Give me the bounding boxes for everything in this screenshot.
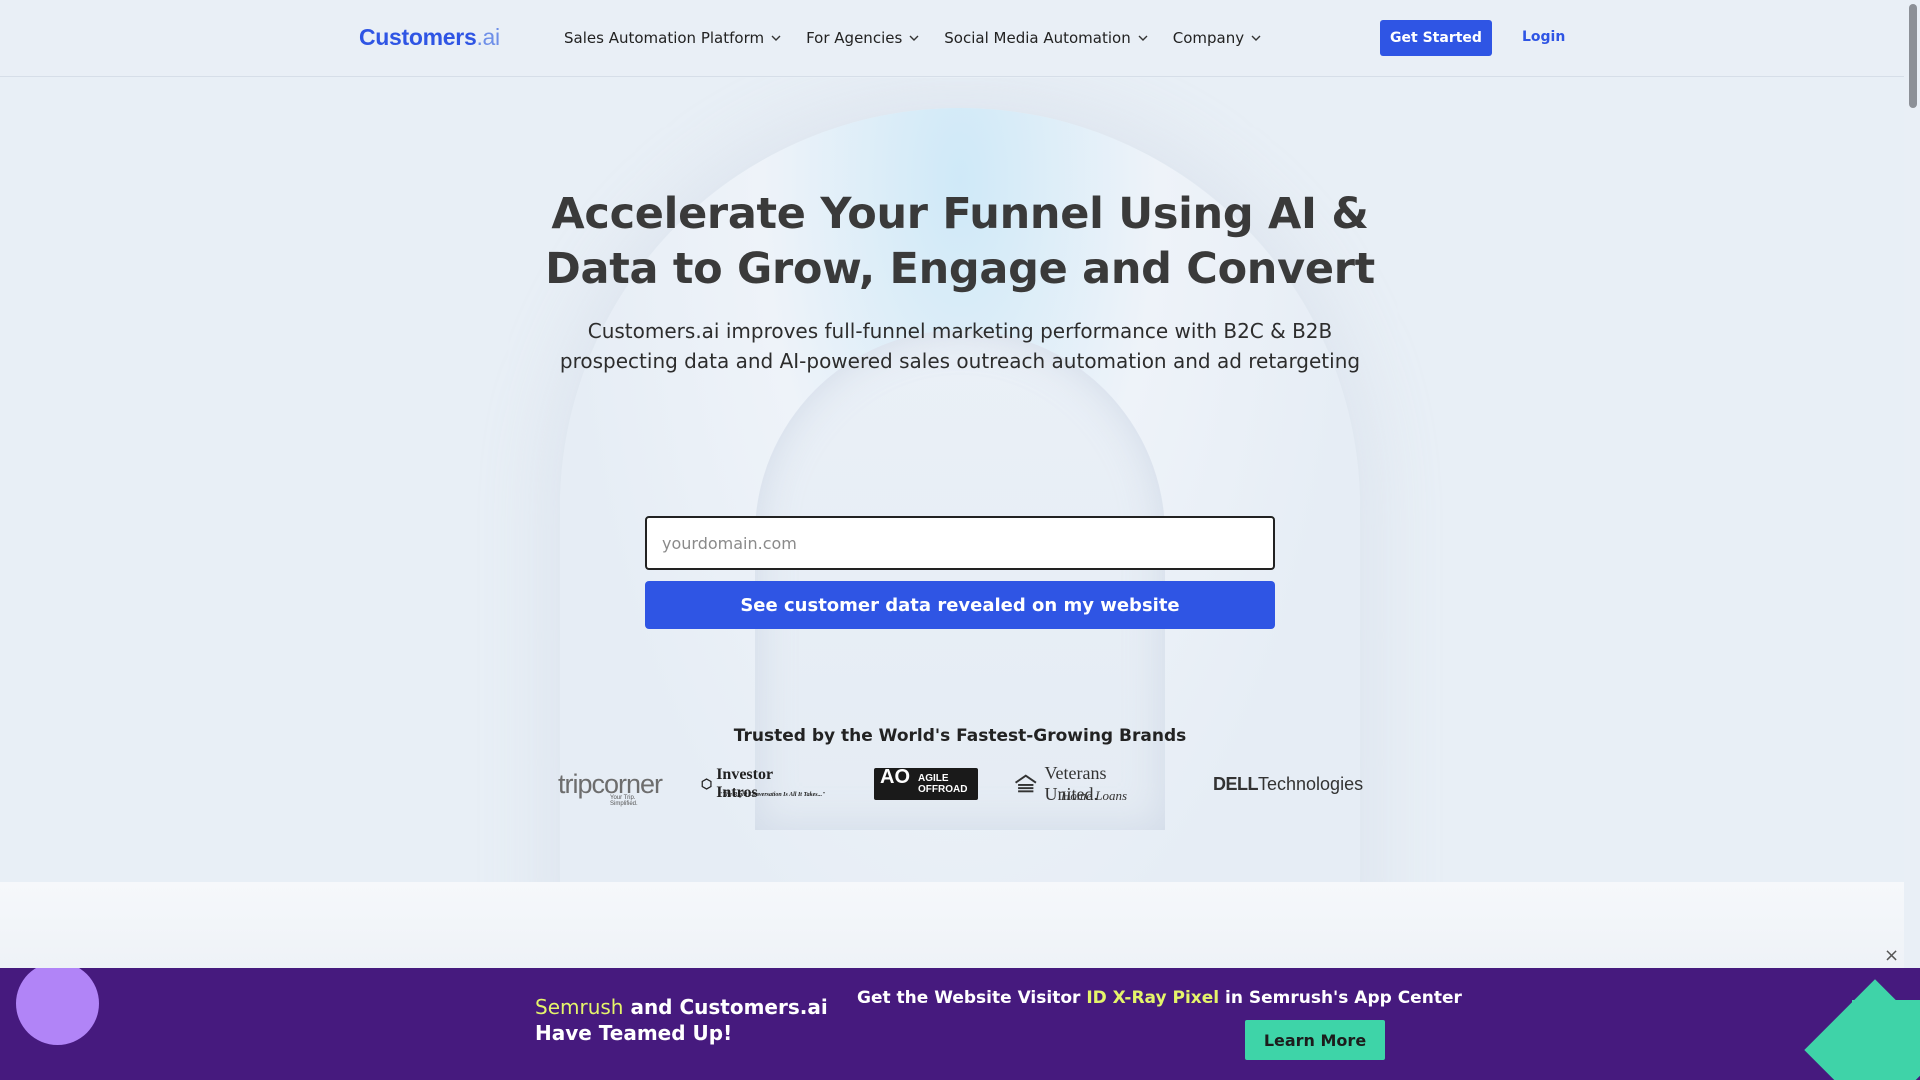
customers-ai-logo[interactable]: Customers.ai [359, 24, 500, 51]
promo-description-highlight: ID X-Ray Pixel [1086, 988, 1220, 1008]
dell-technologies-wordmark: Technologies [1258, 773, 1364, 794]
trusted-brands-heading: Trusted by the World's Fastest-Growing B… [733, 726, 1187, 746]
agile-offroad-logo: AO AGILE OFFROAD [874, 766, 978, 800]
hero-title-line-1: Accelerate Your Funnel Using AI & [551, 189, 1369, 239]
logo-suffix: .ai [476, 24, 500, 50]
dell-technologies-logo: DELL Technologies [1213, 764, 1363, 804]
nav-sales-automation-platform[interactable]: Sales Automation Platform [564, 29, 782, 47]
promo-description-post: in Semrush's App Center [1219, 988, 1462, 1008]
scrollbar-thumb[interactable] [1909, 4, 1917, 108]
site-header: Customers.ai Sales Automation Platform F… [0, 0, 1920, 77]
main-nav: Sales Automation Platform For Agencies S… [564, 29, 1286, 47]
page-scrollbar[interactable] [1904, 0, 1920, 967]
nav-for-agencies[interactable]: For Agencies [806, 29, 920, 47]
veterans-united-subtitle: Home Loans [1061, 788, 1128, 803]
investor-intros-icon [701, 778, 712, 790]
nav-label: Sales Automation Platform [564, 29, 765, 47]
logo-text: Customers [359, 24, 477, 50]
chevron-down-icon [1138, 35, 1148, 41]
agile-offroad-mark: AO [880, 766, 910, 788]
tripcorner-logo: tripcorner Your Trip. Simplified. [558, 764, 663, 808]
investor-intros-tagline: "The Right Conversation Is All It Takes.… [719, 792, 826, 798]
semrush-promo-banner: Semrush and Customers.ai Have Teamed Up!… [0, 968, 1920, 1080]
dell-wordmark: DELL [1213, 773, 1259, 794]
close-icon[interactable]: × [1884, 945, 1899, 966]
tripcorner-tagline: Your Trip. Simplified. [610, 795, 638, 807]
veterans-united-logo: Veterans United. Home Loans [1013, 763, 1127, 804]
chevron-down-icon [771, 35, 781, 41]
get-started-button[interactable]: Get Started [1380, 20, 1492, 56]
chevron-down-icon [1251, 35, 1261, 41]
hero-title: Accelerate Your Funnel Using AI & Data t… [460, 187, 1460, 297]
hero-subtitle-line-2: prospecting data and AI-powered sales ou… [559, 349, 1361, 373]
login-link[interactable]: Login [1522, 29, 1565, 45]
chevron-down-icon [909, 35, 919, 41]
promo-description: Get the Website Visitor ID X-Ray Pixel i… [857, 988, 1462, 1008]
nav-label: Company [1172, 29, 1245, 47]
reveal-customer-data-button[interactable]: See customer data revealed on my website [645, 581, 1275, 629]
veterans-united-house-icon [1015, 774, 1037, 793]
promo-headline-line-2: Have Teamed Up! [535, 1021, 733, 1045]
promo-description-pre: Get the Website Visitor [857, 988, 1087, 1008]
promo-block-decoration [1852, 1000, 1920, 1060]
nav-label: Social Media Automation [944, 29, 1131, 47]
nav-social-media-automation[interactable]: Social Media Automation [944, 29, 1148, 47]
promo-semrush-highlight: Semrush [535, 995, 624, 1019]
hero-inner-arch-decoration [755, 330, 1165, 830]
next-section-band [0, 882, 1904, 968]
promo-headline: Semrush and Customers.ai Have Teamed Up! [535, 994, 828, 1046]
agile-offroad-line-1: AGILE [918, 773, 949, 784]
investor-intros-logo: Investor Intros "The Right Conversation … [701, 764, 825, 804]
nav-company[interactable]: Company [1173, 29, 1262, 47]
domain-input[interactable] [645, 516, 1275, 570]
agile-offroad-line-2: OFFROAD [918, 784, 968, 795]
promo-circle-decoration [16, 968, 99, 1045]
nav-label: For Agencies [806, 29, 903, 47]
learn-more-button[interactable]: Learn More [1245, 1020, 1385, 1060]
hero-title-line-2: Data to Grow, Engage and Convert [545, 244, 1375, 294]
promo-headline-rest: and Customers.ai [623, 995, 828, 1019]
hero-subtitle-line-1: Customers.ai improves full-funnel market… [587, 319, 1333, 343]
hero-subtitle: Customers.ai improves full-funnel market… [460, 316, 1460, 376]
